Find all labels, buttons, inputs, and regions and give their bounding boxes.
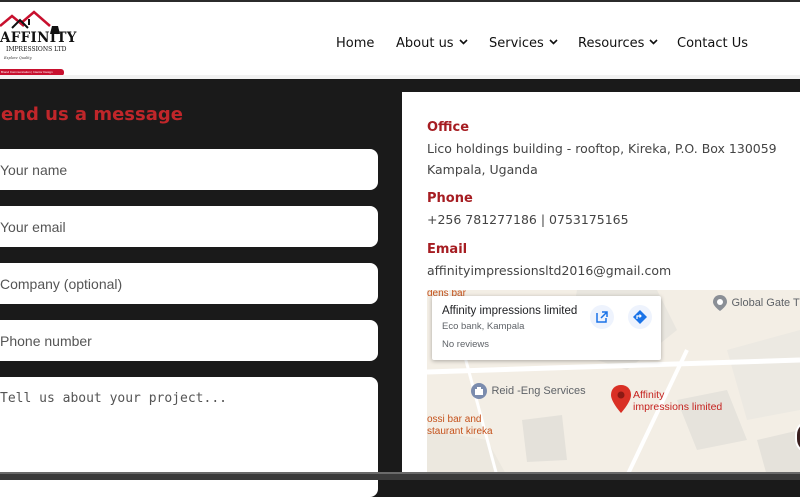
- poi-global-gate[interactable]: Global Gate Tr: [713, 294, 800, 312]
- nav-home[interactable]: Home: [336, 29, 374, 59]
- nav-contact-label: Contact Us: [677, 36, 748, 51]
- nav-about[interactable]: About us: [396, 29, 468, 59]
- place-card-address: Eco bank, Kampala: [442, 321, 525, 332]
- email-value[interactable]: affinityimpressionsltd2016@gmail.com: [427, 260, 800, 281]
- directions-icon: [633, 310, 647, 324]
- nav-home-label: Home: [336, 36, 375, 51]
- phone-field[interactable]: [0, 320, 378, 361]
- email-label: Email: [427, 242, 468, 257]
- company-field[interactable]: [0, 263, 378, 304]
- poi-restaurant[interactable]: ossi bar and staurant kireka: [427, 414, 493, 438]
- affinity-marker-line1: Affinity: [633, 389, 665, 401]
- chevron-down-icon: [649, 39, 658, 45]
- nav-about-label: About us: [396, 36, 454, 51]
- location-pin-icon: [713, 294, 727, 311]
- poi-restaurant-line1: ossi bar and: [427, 414, 482, 425]
- poi-reid-eng-label: Reid -Eng Services: [491, 384, 586, 397]
- directions-button[interactable]: [628, 305, 652, 329]
- nav-resources[interactable]: Resources: [578, 29, 658, 59]
- office-label: Office: [427, 120, 470, 135]
- place-card-reviews[interactable]: No reviews: [442, 339, 489, 350]
- red-map-marker-icon: [611, 385, 631, 413]
- nav-resources-label: Resources: [578, 36, 645, 51]
- nav-services[interactable]: Services: [489, 29, 558, 59]
- nav-contact[interactable]: Contact Us: [677, 29, 748, 59]
- affinity-marker-line2: impressions limited: [633, 401, 723, 413]
- briefcase-pin-icon: [471, 382, 487, 399]
- form-title: Send us a message: [0, 104, 183, 125]
- name-field[interactable]: [0, 149, 378, 190]
- embedded-map[interactable]: dens bar Global Gate Tr Reid -Eng Servic…: [427, 290, 800, 476]
- open-in-maps-button[interactable]: [590, 305, 614, 329]
- poi-reid-eng[interactable]: Reid -Eng Services: [471, 382, 586, 400]
- main-nav: Home About us Services Resources Contact…: [0, 29, 800, 59]
- site-header: AFFINITY IMPRESSIONS LTD Explore Quality…: [0, 2, 800, 76]
- nav-services-label: Services: [489, 36, 544, 51]
- email-field[interactable]: [0, 206, 378, 247]
- poi-global-gate-label: Global Gate Tr: [731, 296, 800, 309]
- place-card-title[interactable]: Affinity impressions limited: [442, 305, 577, 317]
- chevron-down-icon: [549, 39, 558, 45]
- poi-restaurant-line2: staurant kireka: [427, 426, 493, 437]
- office-address: Lico holdings building - rooftop, Kireka…: [427, 141, 777, 177]
- phone-value: +256 781277186 | 0753175165: [427, 212, 629, 227]
- map-place-card: Affinity impressions limited Eco bank, K…: [432, 296, 661, 360]
- phone-label: Phone: [427, 191, 473, 206]
- bottom-bar: [0, 474, 800, 480]
- open-in-new-icon: [596, 311, 608, 323]
- chevron-down-icon: [459, 39, 468, 45]
